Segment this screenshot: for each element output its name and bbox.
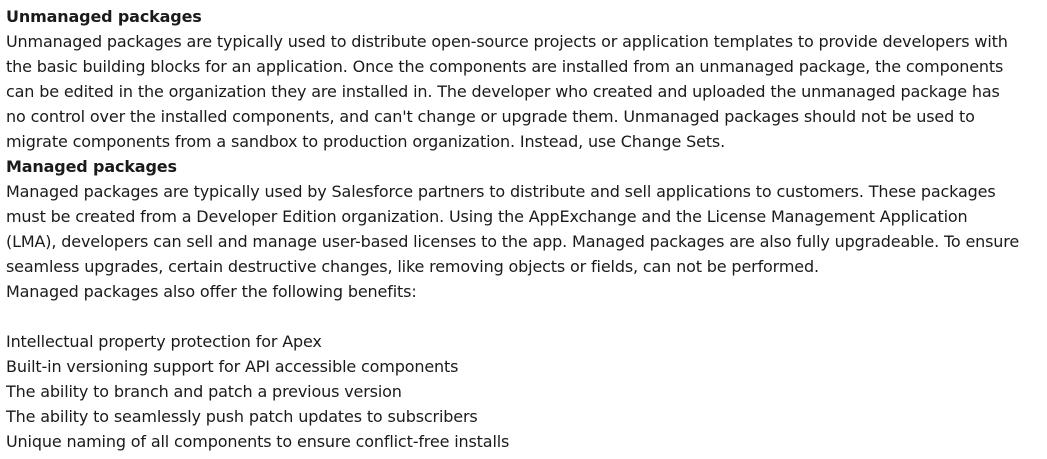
paragraph-line: migrate components from a sandbox to pro… — [6, 132, 726, 151]
unmanaged-packages-paragraph: Unmanaged packages are typically used to… — [6, 29, 1047, 154]
paragraph-line: no control over the installed components… — [6, 107, 975, 126]
paragraph-line: seamless upgrades, certain destructive c… — [6, 257, 819, 276]
managed-packages-heading: Managed packages — [6, 157, 177, 176]
benefit-item: The ability to branch and patch a previo… — [6, 382, 402, 401]
managed-packages-paragraph: Managed packages are typically used by S… — [6, 179, 1047, 304]
paragraph-line: Unmanaged packages are typically used to… — [6, 32, 1008, 51]
paragraph-line: (LMA), developers can sell and manage us… — [6, 232, 1020, 251]
document-body: Unmanaged packages Unmanaged packages ar… — [0, 0, 1047, 454]
benefit-item: Intellectual property protection for Ape… — [6, 332, 322, 351]
benefit-item: Built-in versioning support for API acce… — [6, 357, 459, 376]
benefits-list: Intellectual property protection for Ape… — [6, 329, 1047, 454]
paragraph-line: the basic building blocks for an applica… — [6, 57, 1004, 76]
paragraph-line: must be created from a Developer Edition… — [6, 207, 968, 226]
paragraph-line: can be edited in the organization they a… — [6, 82, 1000, 101]
benefit-item: Unique naming of all components to ensur… — [6, 432, 510, 451]
unmanaged-packages-heading: Unmanaged packages — [6, 7, 202, 26]
paragraph-line: Managed packages are typically used by S… — [6, 182, 996, 201]
paragraph-line: Managed packages also offer the followin… — [6, 282, 417, 301]
benefit-item: The ability to seamlessly push patch upd… — [6, 407, 478, 426]
